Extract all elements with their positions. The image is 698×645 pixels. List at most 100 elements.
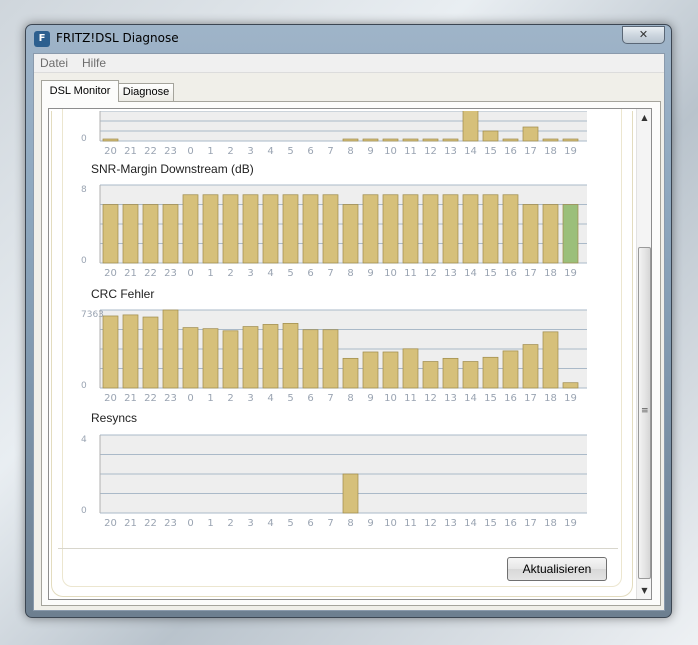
- bar: [202, 194, 219, 264]
- x-tick-label: 22: [144, 146, 157, 157]
- x-tick-label: 19: [564, 518, 577, 527]
- x-tick-label: 16: [504, 393, 517, 402]
- bar: [342, 204, 359, 264]
- x-tick-label: 11: [404, 393, 417, 402]
- bar: [562, 204, 579, 264]
- x-tick-label: 0: [187, 518, 193, 527]
- menu-bar: Datei Hilfe: [34, 54, 664, 73]
- plot-background: [100, 111, 587, 141]
- x-tick-label: 6: [307, 268, 313, 277]
- x-tick-label: 22: [144, 268, 157, 277]
- x-tick-label: 3: [247, 393, 253, 402]
- x-tick-label: 22: [144, 393, 157, 402]
- x-tick-label: 18: [544, 393, 557, 402]
- bar: [462, 194, 479, 264]
- bar: [102, 138, 119, 142]
- charts-frame: 0 20 21 22 23 0 1 2 3 4 5 6 7 8 9 10 11 12 13 14 15 16 17 18 19 …: [51, 109, 633, 597]
- chart-upper-partial: 020 21 22 23 0 1 2 3 4 5 6 7 8 9 10 11 12 13 14 15 16 17 18 19: [81, 111, 587, 157]
- bar: [222, 330, 239, 389]
- x-tick-label: 18: [544, 268, 557, 277]
- bar: [542, 138, 559, 142]
- divider: [58, 548, 618, 549]
- bar: [482, 130, 499, 142]
- x-tick-label: 4: [267, 146, 273, 157]
- x-tick-label: 16: [504, 146, 517, 157]
- bar: [442, 194, 459, 264]
- x-tick-label: 8: [347, 146, 353, 157]
- x-tick-label: 6: [307, 146, 313, 157]
- bar: [522, 126, 539, 142]
- bar: [482, 356, 499, 389]
- bar: [262, 194, 279, 264]
- x-tick-label: 11: [404, 518, 417, 527]
- chart-title-crc: CRC Fehler: [91, 287, 155, 301]
- chart-snr-margin: 8020 21 22 23 0 1 2 3 4 5 6 7 8 9 10 11 12 13 14 15 16 17 18 19: [81, 184, 587, 277]
- x-tick-label: 4: [267, 518, 273, 527]
- bar: [182, 194, 199, 264]
- x-tick-label: 4: [267, 393, 273, 402]
- bar: [302, 194, 319, 264]
- bar: [422, 361, 439, 389]
- x-tick-label: 8: [347, 518, 353, 527]
- x-tick-label: 11: [404, 268, 417, 277]
- bar: [122, 314, 139, 389]
- bar: [122, 204, 139, 264]
- bar: [402, 138, 419, 142]
- bar: [242, 326, 259, 389]
- chart-resyncs: 4020 21 22 23 0 1 2 3 4 5 6 7 8 9 10 11 12 13 14 15 16 17 18 19: [81, 434, 587, 527]
- x-tick-label: 2: [227, 518, 233, 527]
- bar: [102, 315, 119, 389]
- x-tick-label: 15: [484, 518, 497, 527]
- bar: [462, 111, 479, 142]
- y-min-label: 0: [81, 381, 87, 391]
- x-tick-label: 5: [287, 518, 293, 527]
- refresh-button[interactable]: Aktualisieren: [507, 557, 607, 581]
- tab-dsl-monitor[interactable]: DSL Monitor: [41, 80, 119, 102]
- scroll-down-arrow-icon[interactable]: ▼: [637, 582, 651, 599]
- x-tick-label: 3: [247, 146, 253, 157]
- x-tick-label: 12: [424, 146, 437, 157]
- bar: [402, 194, 419, 264]
- x-tick-label: 4: [267, 268, 273, 277]
- x-tick-label: 12: [424, 393, 437, 402]
- bar: [362, 194, 379, 264]
- title-bar[interactable]: F FRITZ!DSL Diagnose ✕: [26, 25, 671, 53]
- close-button[interactable]: ✕: [622, 26, 665, 44]
- vertical-scrollbar[interactable]: ▲ ≡ ▼: [636, 109, 651, 599]
- charts-scroll-area[interactable]: 0 20 21 22 23 0 1 2 3 4 5 6 7 8 9 10 11 12 13 14 15 16 17 18 19 …: [48, 108, 652, 600]
- x-tick-label: 18: [544, 518, 557, 527]
- bar: [322, 329, 339, 389]
- bar: [222, 194, 239, 264]
- menu-hilfe[interactable]: Hilfe: [82, 56, 106, 70]
- bar: [422, 194, 439, 264]
- x-tick-label: 2: [227, 146, 233, 157]
- y-min-label: 0: [81, 256, 87, 266]
- bar: [542, 204, 559, 264]
- x-tick-label: 18: [544, 146, 557, 157]
- x-tick-label: 20: [104, 393, 117, 402]
- bar: [242, 194, 259, 264]
- x-tick-label: 19: [564, 146, 577, 157]
- x-tick-label: 14: [464, 146, 477, 157]
- x-tick-label: 3: [247, 268, 253, 277]
- scroll-up-arrow-icon[interactable]: ▲: [637, 109, 651, 126]
- x-tick-label: 9: [367, 393, 373, 402]
- client-area: Datei Hilfe DSL Monitor Diagnose 0 20 21 22…: [33, 53, 665, 611]
- bar: [542, 331, 559, 389]
- x-tick-label: 2: [227, 268, 233, 277]
- bar: [502, 194, 519, 264]
- bar: [522, 204, 539, 264]
- x-tick-label: 15: [484, 393, 497, 402]
- x-tick-label: 21: [124, 268, 137, 277]
- scrollbar-thumb[interactable]: ≡: [638, 247, 651, 579]
- menu-datei[interactable]: Datei: [40, 56, 68, 70]
- tab-diagnose[interactable]: Diagnose: [118, 83, 174, 102]
- x-tick-label: 10: [384, 393, 397, 402]
- window-title: FRITZ!DSL Diagnose: [56, 31, 179, 45]
- bar: [142, 316, 159, 389]
- x-tick-label: 13: [444, 518, 457, 527]
- x-tick-label: 23: [164, 393, 177, 402]
- bar: [442, 357, 459, 389]
- x-tick-label: 10: [384, 146, 397, 157]
- x-tick-label: 22: [144, 518, 157, 527]
